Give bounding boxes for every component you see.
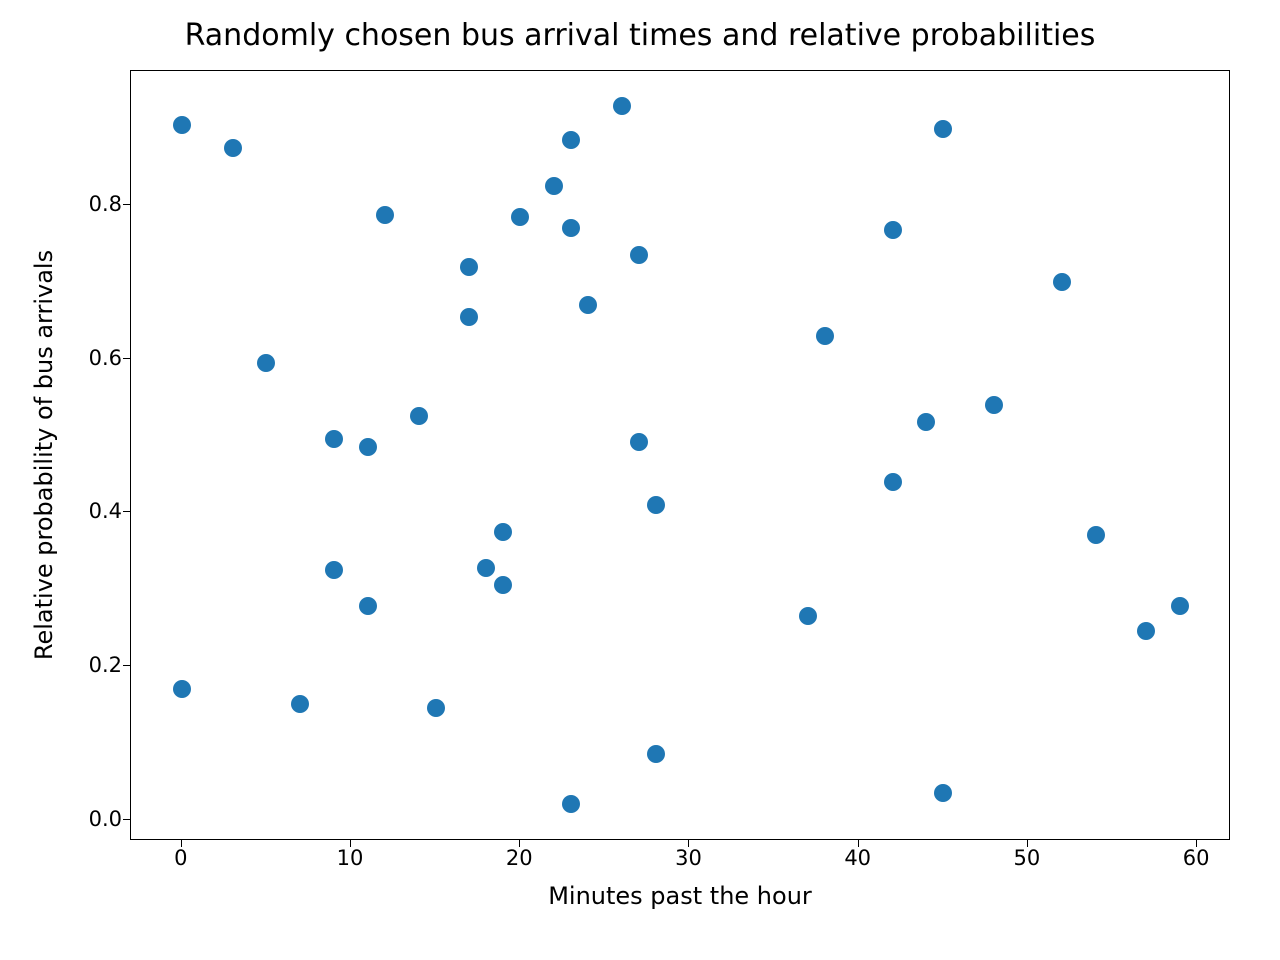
data-point — [1087, 526, 1105, 544]
y-tick-mark — [123, 665, 130, 666]
data-point — [359, 597, 377, 615]
data-point — [647, 745, 665, 763]
plot-area — [130, 70, 1230, 840]
data-point — [359, 438, 377, 456]
y-tick-mark — [123, 358, 130, 359]
data-point — [562, 795, 580, 813]
y-tick-label: 0.2 — [89, 653, 122, 677]
data-point — [562, 131, 580, 149]
data-point — [224, 139, 242, 157]
data-point — [325, 430, 343, 448]
data-point — [816, 327, 834, 345]
y-tick-label: 0.6 — [89, 346, 122, 370]
chart-figure: Randomly chosen bus arrival times and re… — [0, 0, 1280, 960]
x-tick-label: 0 — [174, 846, 187, 870]
data-point — [630, 433, 648, 451]
data-point — [477, 559, 495, 577]
y-tick-mark — [123, 819, 130, 820]
y-tick-mark — [123, 204, 130, 205]
x-tick-label: 20 — [506, 846, 533, 870]
data-point — [545, 177, 563, 195]
data-point — [613, 97, 631, 115]
data-point — [291, 695, 309, 713]
x-tick-label: 50 — [1014, 846, 1041, 870]
data-point — [934, 120, 952, 138]
y-tick-label: 0.4 — [89, 499, 122, 523]
data-point — [460, 258, 478, 276]
data-point — [884, 473, 902, 491]
x-tick-label: 10 — [337, 846, 364, 870]
x-tick-label: 40 — [844, 846, 871, 870]
data-point — [985, 396, 1003, 414]
chart-title: Randomly chosen bus arrival times and re… — [0, 18, 1280, 53]
x-tick-label: 30 — [675, 846, 702, 870]
y-tick-label: 0.8 — [89, 192, 122, 216]
data-point — [799, 607, 817, 625]
data-point — [494, 576, 512, 594]
data-point — [511, 208, 529, 226]
data-point — [410, 407, 428, 425]
data-point — [173, 116, 191, 134]
x-axis-label: Minutes past the hour — [130, 882, 1230, 910]
data-point — [257, 354, 275, 372]
data-point — [427, 699, 445, 717]
x-tick-label: 60 — [1183, 846, 1210, 870]
data-point — [1137, 622, 1155, 640]
data-point — [934, 784, 952, 802]
data-point — [1053, 273, 1071, 291]
data-point — [376, 206, 394, 224]
data-point — [917, 413, 935, 431]
data-point — [494, 523, 512, 541]
data-point — [579, 296, 597, 314]
data-point — [884, 221, 902, 239]
y-axis-label: Relative probability of bus arrivals — [30, 70, 60, 840]
data-point — [325, 561, 343, 579]
data-point — [1171, 597, 1189, 615]
data-point — [562, 219, 580, 237]
y-tick-mark — [123, 511, 130, 512]
y-tick-label: 0.0 — [89, 807, 122, 831]
data-point — [173, 680, 191, 698]
data-point — [647, 496, 665, 514]
data-point — [630, 246, 648, 264]
data-point — [460, 308, 478, 326]
